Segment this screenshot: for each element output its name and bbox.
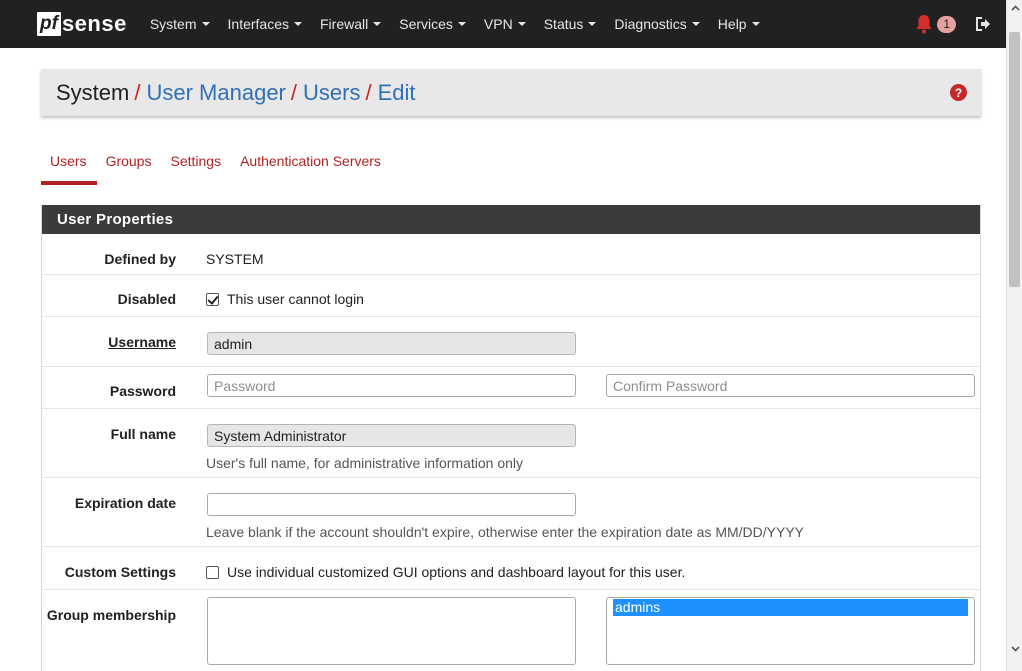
nav-menu-label: System	[149, 16, 197, 32]
nav-menu-diagnostics[interactable]: Diagnostics	[605, 0, 708, 48]
nav-menu-label: Help	[717, 16, 747, 32]
scroll-thumb[interactable]	[1009, 32, 1020, 287]
nav-menu-label: Diagnostics	[614, 16, 687, 32]
caret-down-icon	[373, 22, 382, 26]
expiration-date-help: Leave blank if the account shouldn't exp…	[206, 524, 805, 540]
defined-by-value: SYSTEM	[206, 251, 264, 267]
tab-users[interactable]: Users	[41, 144, 97, 185]
row-custom-settings: Custom Settings Use individual customize…	[42, 547, 980, 590]
full-name-help: User's full name, for administrative inf…	[206, 455, 524, 471]
tab-settings[interactable]: Settings	[161, 144, 231, 185]
breadcrumb-users[interactable]: Users	[303, 80, 360, 106]
confirm-password-input[interactable]: Confirm Password	[606, 374, 975, 397]
page-scrollbar[interactable]	[1006, 0, 1022, 671]
nav-menu-help[interactable]: Help	[709, 0, 769, 48]
caret-down-icon	[201, 22, 210, 26]
disabled-checkbox[interactable]	[206, 293, 219, 306]
row-username: Username admin	[42, 317, 980, 367]
tab-bar: Users Groups Settings Authentication Ser…	[41, 144, 391, 186]
custom-settings-checkbox-wrap[interactable]: Use individual customized GUI options an…	[206, 564, 685, 580]
caret-down-icon	[294, 22, 302, 26]
custom-settings-checkbox-label: Use individual customized GUI options an…	[227, 564, 686, 580]
full-name-input[interactable]: System Administrator	[207, 424, 576, 447]
nav-menu-services[interactable]: Services	[390, 0, 475, 48]
breadcrumb-edit[interactable]: Edit	[378, 80, 416, 106]
caret-down-icon	[588, 22, 597, 26]
breadcrumb-separator: /	[365, 79, 372, 105]
password-placeholder: Password	[214, 378, 276, 394]
nav-menu-label: Interfaces	[227, 16, 289, 32]
row-full-name: Full name System Administrator User's fu…	[42, 409, 980, 478]
caret-down-icon	[457, 22, 466, 26]
breadcrumb-root: System	[56, 79, 130, 105]
breadcrumb-separator: /	[290, 79, 297, 105]
top-navbar: pf sense System Interfaces Firewall Serv…	[0, 0, 1006, 48]
logo-pf: pf	[37, 12, 61, 36]
notification-badge[interactable]: 1	[937, 15, 956, 33]
expiration-date-label: Expiration date	[74, 495, 176, 511]
confirm-password-placeholder: Confirm Password	[613, 378, 728, 394]
available-groups-listbox[interactable]	[207, 597, 576, 665]
username-label: Username	[108, 334, 176, 350]
logout-icon[interactable]	[974, 15, 992, 33]
nav-menu-firewall[interactable]: Firewall	[311, 0, 390, 48]
caret-down-icon	[751, 22, 760, 26]
row-expiration-date: Expiration date Leave blank if the accou…	[42, 478, 980, 547]
nav-menu-label: Services	[399, 16, 453, 32]
help-question-icon[interactable]: ?	[950, 84, 967, 101]
disabled-label: Disabled	[117, 291, 176, 307]
custom-settings-label: Custom Settings	[64, 564, 176, 580]
navbar-right: 1	[915, 13, 992, 35]
expiration-date-input[interactable]	[207, 493, 576, 516]
custom-settings-checkbox[interactable]	[206, 566, 219, 579]
disabled-checkbox-label: This user cannot login	[227, 291, 364, 307]
nav-menu-interfaces[interactable]: Interfaces	[219, 0, 311, 48]
caret-down-icon	[691, 22, 700, 26]
scroll-down-icon[interactable]	[1007, 641, 1022, 657]
password-input[interactable]: Password	[207, 374, 576, 397]
member-of-listbox[interactable]: admins	[606, 597, 975, 665]
row-password: Password Password Confirm Password	[42, 367, 980, 409]
nav-menu-vpn[interactable]: VPN	[475, 0, 535, 48]
group-option-admins[interactable]: admins	[613, 599, 968, 616]
panel-title: User Properties	[42, 205, 980, 234]
breadcrumb-separator: /	[134, 79, 141, 105]
bell-icon[interactable]	[915, 13, 933, 35]
caret-down-icon	[517, 22, 526, 26]
nav-menu-label: Firewall	[320, 16, 369, 32]
row-group-membership: Group membership admins	[42, 590, 980, 671]
username-input[interactable]: admin	[207, 332, 576, 355]
tab-authentication-servers[interactable]: Authentication Servers	[231, 144, 391, 185]
row-defined-by: Defined by SYSTEM	[42, 234, 980, 275]
disabled-checkbox-wrap[interactable]: This user cannot login	[206, 291, 364, 307]
password-label: Password	[109, 383, 176, 399]
scroll-up-icon[interactable]	[1007, 0, 1022, 16]
nav-menu-label: Status	[543, 16, 584, 32]
row-disabled: Disabled This user cannot login	[42, 275, 980, 317]
full-name-label: Full name	[110, 426, 176, 442]
nav-menu-system[interactable]: System	[141, 0, 219, 48]
nav-menu-status[interactable]: Status	[535, 0, 606, 48]
logo-sense: sense	[61, 11, 127, 36]
breadcrumb-user-manager[interactable]: User Manager	[146, 80, 285, 106]
defined-by-label: Defined by	[104, 251, 176, 267]
pfsense-logo[interactable]: pf sense	[37, 0, 127, 48]
breadcrumb: System / User Manager / Users / Edit ?	[41, 69, 981, 116]
tab-groups[interactable]: Groups	[97, 144, 162, 185]
group-membership-label: Group membership	[46, 607, 176, 623]
user-properties-panel: User Properties Defined by SYSTEM Disabl…	[41, 205, 981, 671]
nav-menu-label: VPN	[483, 16, 513, 32]
